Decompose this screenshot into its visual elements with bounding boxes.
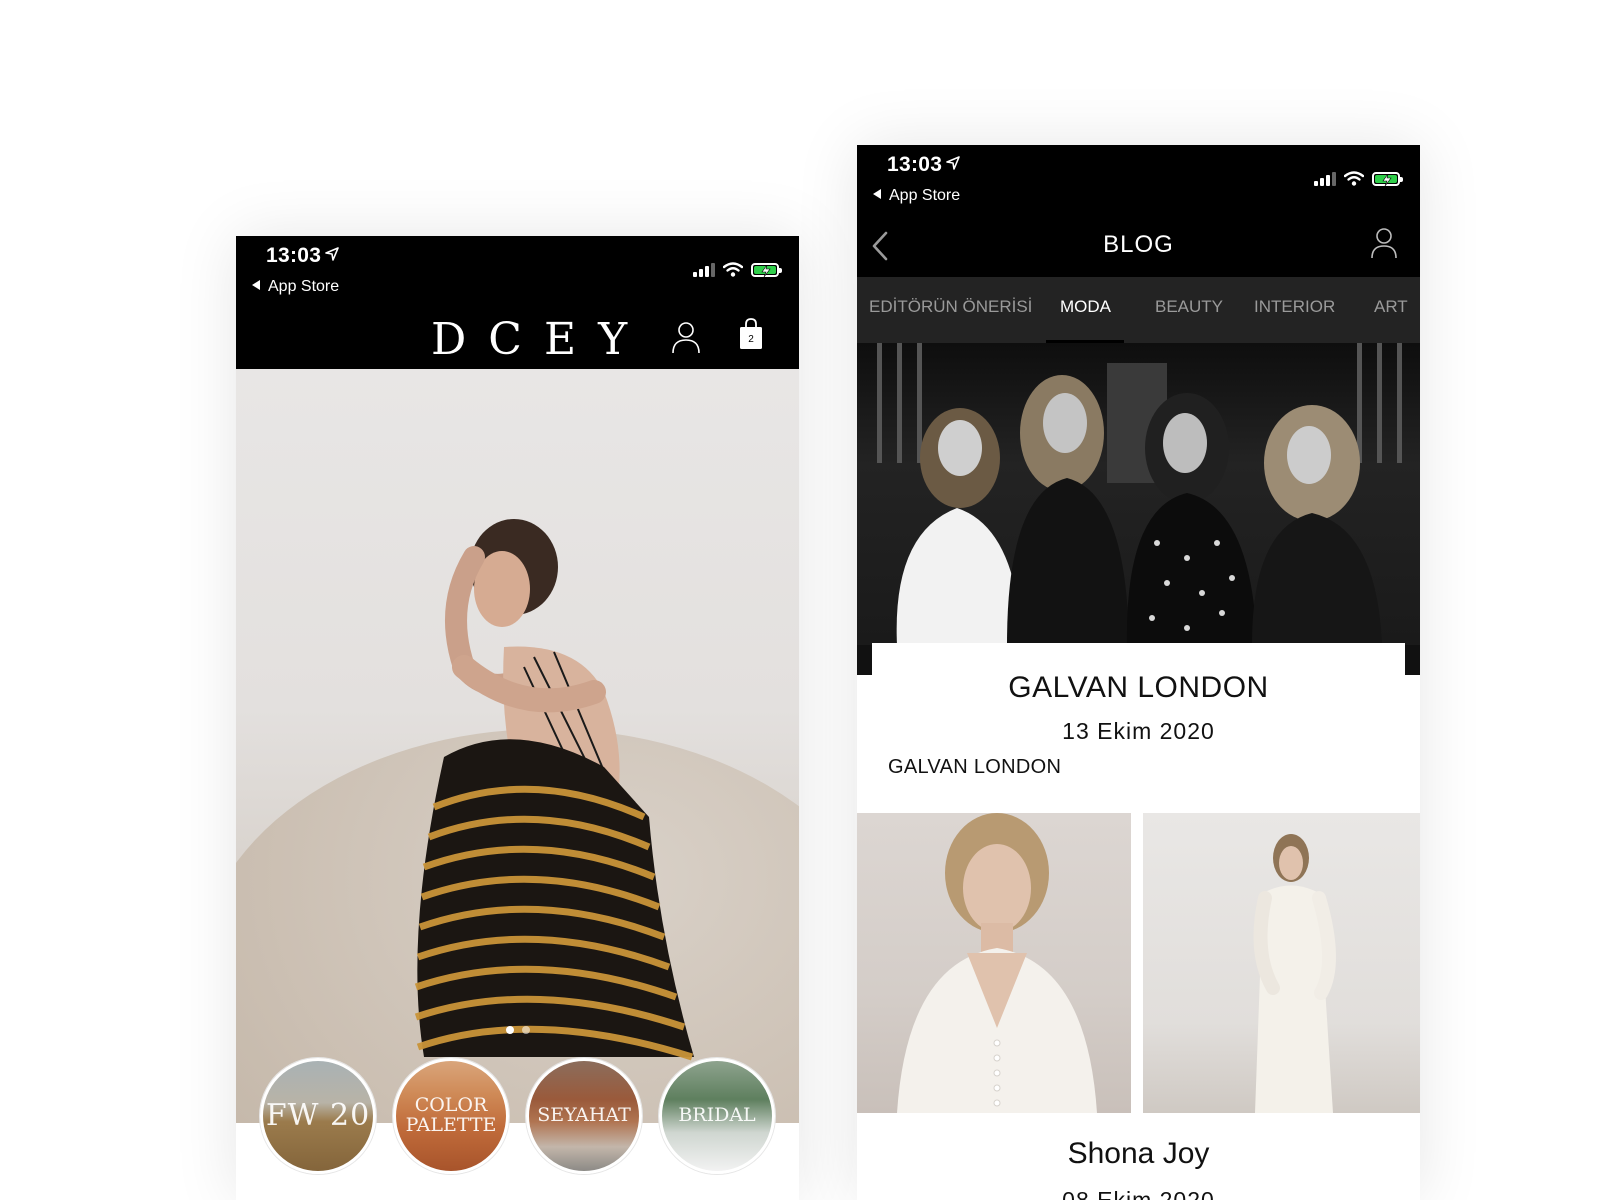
post-card[interactable]: Shona Joy 08 Ekim 2020	[872, 1115, 1405, 1200]
category-circles: FW 20 COLOR PALETTE SEYAHAT BRIDAL	[260, 1058, 775, 1174]
category-fw20[interactable]: FW 20	[260, 1058, 376, 1174]
post-date: 13 Ekim 2020	[1062, 718, 1215, 744]
carousel-pager	[236, 1026, 799, 1034]
post-image-shona-joy-right[interactable]	[1143, 813, 1420, 1113]
battery-charging-icon	[751, 263, 782, 277]
system-indicators	[693, 262, 782, 277]
battery-charging-icon	[1372, 172, 1403, 186]
category-seyahat[interactable]: SEYAHAT	[526, 1058, 642, 1174]
category-label: BRIDAL	[678, 1104, 756, 1127]
cellular-signal-icon	[693, 263, 715, 277]
category-color-palette[interactable]: COLOR PALETTE	[393, 1058, 509, 1174]
system-indicators	[1314, 171, 1403, 186]
pager-dot[interactable]	[521, 1026, 530, 1034]
dcey-logo[interactable]: DCEY	[431, 314, 649, 365]
location-arrow-icon	[946, 156, 961, 170]
app-header: DCEY 2	[236, 306, 799, 369]
cart-count: 2	[748, 334, 754, 345]
group-photo	[896, 363, 1382, 645]
status-bar: 13:03 App Store	[857, 145, 1420, 215]
back-app-label: App Store	[268, 278, 340, 295]
post-image-shona-joy-left[interactable]	[857, 813, 1131, 1113]
account-icon[interactable]	[1370, 227, 1398, 259]
post-title: Shona Joy	[1067, 1137, 1210, 1170]
tab-editorun-onerisi[interactable]: EDİTÖRÜN ÖNERİSİ	[869, 297, 1032, 317]
status-bar: 13:03 App Store	[236, 236, 799, 306]
wifi-icon	[1344, 171, 1364, 186]
blog-header: BLOG	[857, 215, 1420, 277]
category-tabs: EDİTÖRÜN ÖNERİSİ MODA BEAUTY INTERIOR AR…	[857, 277, 1420, 343]
home-screen: 13:03 App Store DCEY 2 FW 20 COLOR PALET…	[236, 236, 799, 1200]
back-app-label: App Store	[889, 187, 961, 204]
bride-full-length	[1253, 834, 1336, 1113]
account-icon[interactable]	[671, 320, 701, 354]
hero-banner-image[interactable]	[236, 369, 799, 1123]
category-bridal[interactable]: BRIDAL	[659, 1058, 775, 1174]
page-title: BLOG	[1103, 231, 1174, 258]
bride-portrait	[897, 813, 1097, 1113]
time-text: 13:03	[887, 153, 943, 176]
category-label: FW 20	[265, 1098, 371, 1134]
back-to-app-store[interactable]: App Store	[252, 278, 339, 296]
time-text: 13:03	[266, 244, 322, 267]
post-title: GALVAN LONDON	[1008, 671, 1269, 704]
cellular-signal-icon	[1314, 172, 1336, 186]
location-arrow-icon	[325, 247, 340, 261]
post-card[interactable]: GALVAN LONDON 13 Ekim 2020 GALVAN LONDON	[872, 643, 1405, 815]
tab-interior[interactable]: INTERIOR	[1254, 297, 1335, 317]
model-figure	[414, 519, 694, 1061]
tab-moda[interactable]: MODA	[1060, 297, 1111, 317]
post-image-galvan-london[interactable]	[857, 343, 1420, 645]
category-label: COLOR PALETTE	[405, 1094, 497, 1136]
back-triangle-icon	[873, 189, 881, 199]
tab-beauty[interactable]: BEAUTY	[1155, 297, 1223, 317]
back-triangle-icon	[252, 280, 260, 290]
status-time: 13:03	[266, 244, 340, 268]
status-time: 13:03	[887, 153, 961, 177]
shopping-bag-icon[interactable]: 2	[739, 318, 763, 355]
pager-dot-active[interactable]	[505, 1026, 514, 1034]
post-date: 08 Ekim 2020	[1062, 1187, 1215, 1200]
category-label: SEYAHAT	[537, 1104, 631, 1127]
blog-screen: 13:03 App Store BLOG EDİTÖRÜN ÖNERİSİ MO…	[857, 145, 1420, 1200]
wifi-icon	[723, 262, 743, 277]
tab-art[interactable]: ART	[1374, 297, 1408, 317]
back-to-app-store[interactable]: App Store	[873, 187, 960, 205]
post-brand: GALVAN LONDON	[888, 756, 1062, 778]
